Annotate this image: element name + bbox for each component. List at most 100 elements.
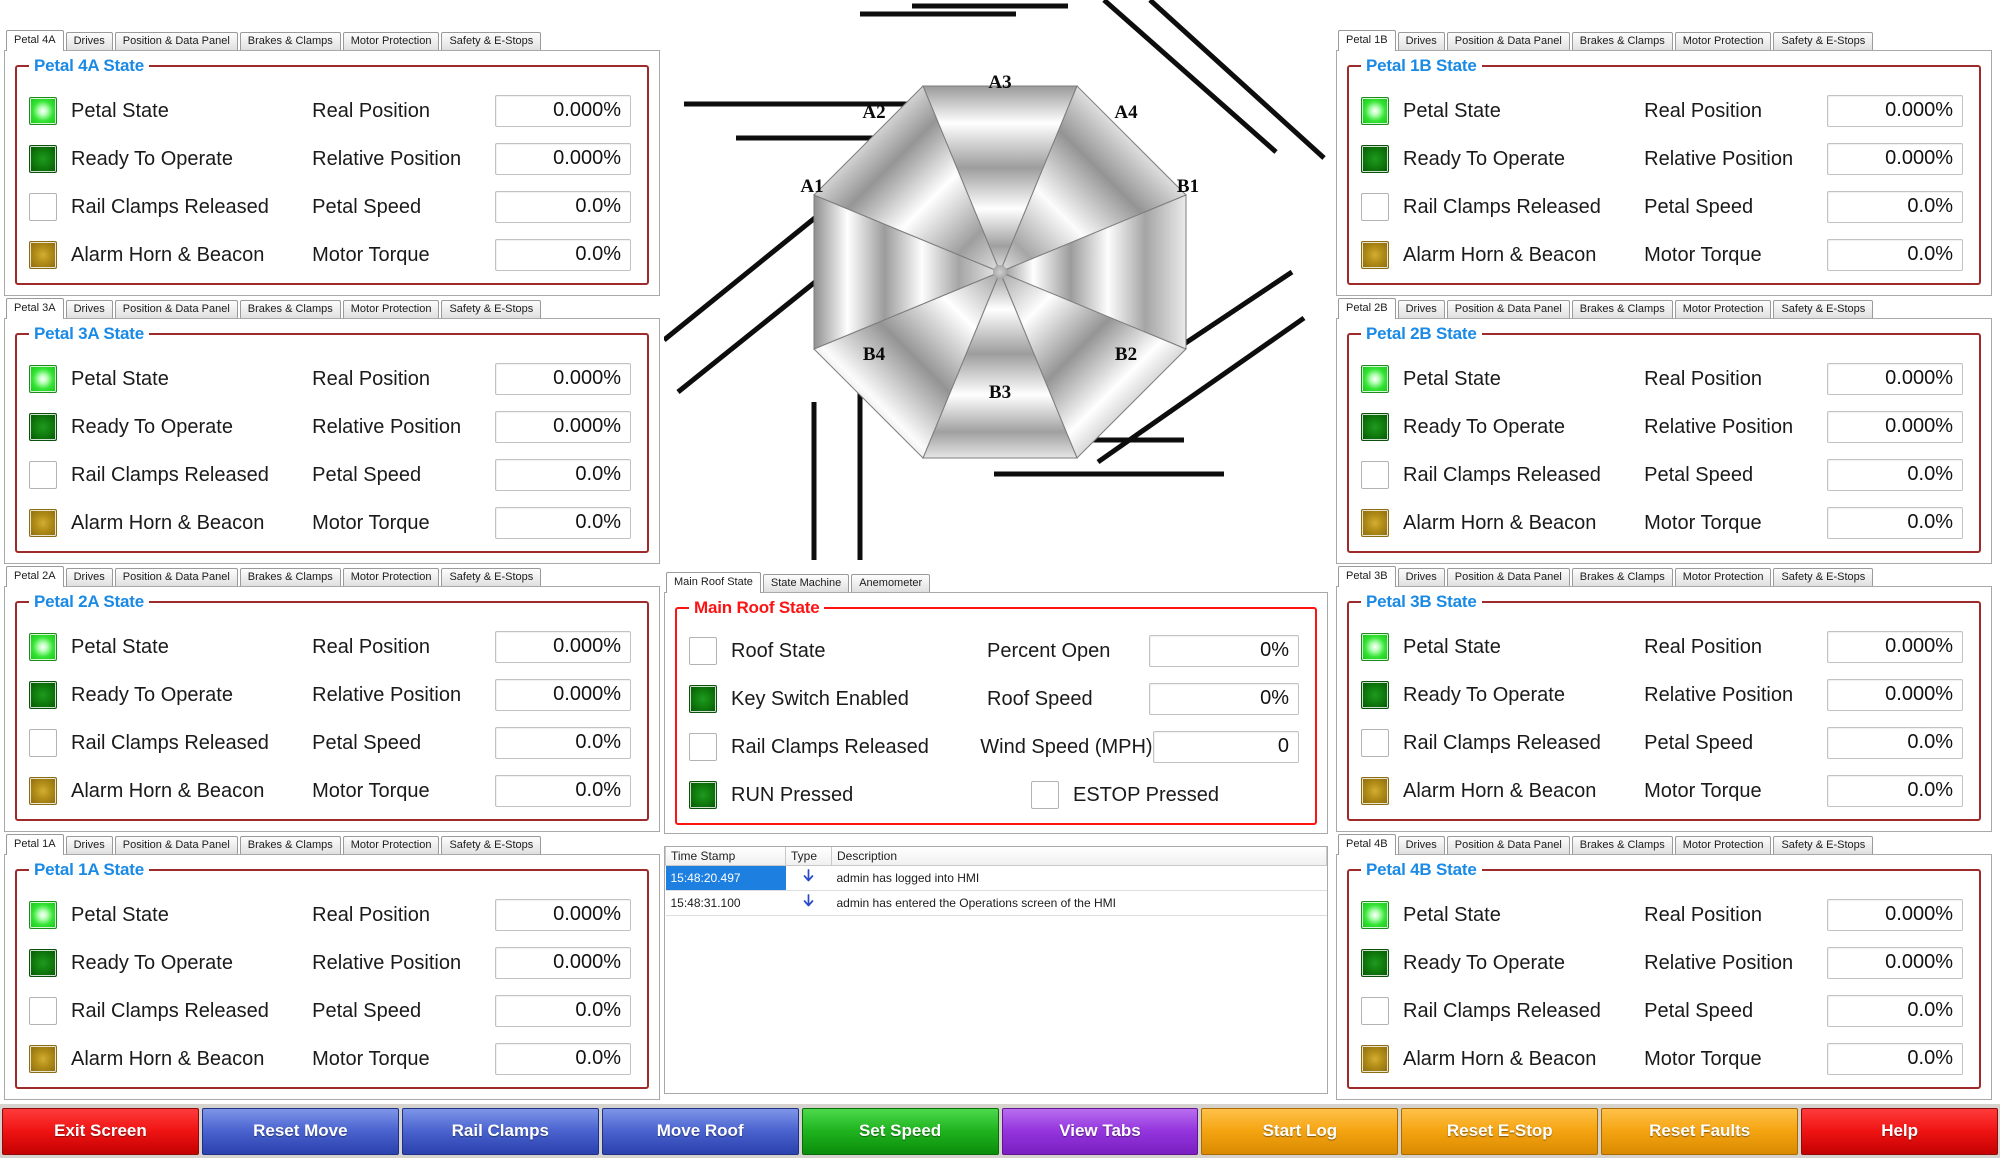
lamp-clamps[interactable] [1361,193,1389,221]
tab-safety-e-stops[interactable]: Safety & E-Stops [441,568,542,587]
tab-brakes-clamps[interactable]: Brakes & Clamps [1571,300,1673,319]
tab-position-data-panel[interactable]: Position & Data Panel [114,836,238,855]
lamp-clamps[interactable] [1361,461,1389,489]
tab-petal-2B[interactable]: Petal 2B [1338,298,1396,319]
tab-petal-4A[interactable]: Petal 4A [6,30,64,51]
tab-motor-protection[interactable]: Motor Protection [1674,836,1772,855]
lamp-ready[interactable] [29,949,57,977]
tab-brakes-clamps[interactable]: Brakes & Clamps [239,568,341,587]
event-log-row[interactable]: 15:48:20.497 admin has logged into HMI [665,865,1327,891]
lamp-clamps[interactable] [29,461,57,489]
lamp-estop-pressed[interactable] [1031,781,1059,809]
lamp-ready[interactable] [1361,681,1389,709]
tab-brakes-clamps[interactable]: Brakes & Clamps [239,32,341,51]
tab-petal-3B[interactable]: Petal 3B [1338,566,1396,587]
tab-petal-1B[interactable]: Petal 1B [1338,30,1396,51]
button-rail-clamps[interactable]: Rail Clamps [401,1107,599,1155]
tab-drives[interactable]: Drives [1397,836,1445,855]
lamp-clamps[interactable] [1361,997,1389,1025]
tab-drives[interactable]: Drives [1397,32,1445,51]
lamp-alarm[interactable] [1361,1045,1389,1073]
button-reset-e-stop[interactable]: Reset E-Stop [1401,1107,1599,1155]
tab-position-data-panel[interactable]: Position & Data Panel [1446,300,1570,319]
event-log-col-type[interactable]: Type [785,847,832,866]
tab-brakes-clamps[interactable]: Brakes & Clamps [1571,32,1673,51]
lamp-alarm[interactable] [1361,509,1389,537]
lamp-ready[interactable] [1361,145,1389,173]
lamp-clamps[interactable] [29,193,57,221]
tab-brakes-clamps[interactable]: Brakes & Clamps [239,836,341,855]
tab-safety-e-stops[interactable]: Safety & E-Stops [441,836,542,855]
tab-brakes-clamps[interactable]: Brakes & Clamps [1571,836,1673,855]
lamp-alarm[interactable] [29,1045,57,1073]
button-help[interactable]: Help [1801,1107,1999,1155]
tab-motor-protection[interactable]: Motor Protection [342,300,440,319]
tab-main-roof-state[interactable]: Main Roof State [666,572,761,593]
tab-position-data-panel[interactable]: Position & Data Panel [1446,836,1570,855]
tab-petal-4B[interactable]: Petal 4B [1338,834,1396,855]
event-log-col-description[interactable]: Description [831,847,1327,866]
lamp-state[interactable] [1361,901,1389,929]
lamp-rail-clamps[interactable] [689,733,717,761]
lamp-state[interactable] [1361,365,1389,393]
lamp-state[interactable] [29,633,57,661]
button-reset-faults[interactable]: Reset Faults [1601,1107,1799,1155]
lamp-key-switch[interactable] [689,685,717,713]
tab-safety-e-stops[interactable]: Safety & E-Stops [441,32,542,51]
tab-safety-e-stops[interactable]: Safety & E-Stops [441,300,542,319]
tab-drives[interactable]: Drives [65,32,113,51]
lamp-alarm[interactable] [29,777,57,805]
lamp-ready[interactable] [29,413,57,441]
lamp-alarm[interactable] [29,509,57,537]
lamp-run-pressed[interactable] [689,781,717,809]
tab-position-data-panel[interactable]: Position & Data Panel [114,32,238,51]
button-view-tabs[interactable]: View Tabs [1001,1107,1199,1155]
lamp-ready[interactable] [1361,949,1389,977]
lamp-alarm[interactable] [1361,777,1389,805]
tab-motor-protection[interactable]: Motor Protection [1674,568,1772,587]
tab-drives[interactable]: Drives [65,300,113,319]
tab-drives[interactable]: Drives [1397,568,1445,587]
tab-drives[interactable]: Drives [65,836,113,855]
tab-motor-protection[interactable]: Motor Protection [342,836,440,855]
tab-motor-protection[interactable]: Motor Protection [342,32,440,51]
lamp-state[interactable] [29,901,57,929]
button-exit-screen[interactable]: Exit Screen [2,1107,199,1155]
tab-position-data-panel[interactable]: Position & Data Panel [1446,32,1570,51]
lamp-state[interactable] [29,97,57,125]
lamp-alarm[interactable] [1361,241,1389,269]
tab-drives[interactable]: Drives [65,568,113,587]
lamp-clamps[interactable] [29,729,57,757]
lamp-clamps[interactable] [29,997,57,1025]
lamp-state[interactable] [1361,97,1389,125]
tab-position-data-panel[interactable]: Position & Data Panel [114,568,238,587]
button-reset-move[interactable]: Reset Move [201,1107,399,1155]
tab-motor-protection[interactable]: Motor Protection [1674,32,1772,51]
tab-drives[interactable]: Drives [1397,300,1445,319]
tab-motor-protection[interactable]: Motor Protection [1674,300,1772,319]
tab-brakes-clamps[interactable]: Brakes & Clamps [239,300,341,319]
tab-motor-protection[interactable]: Motor Protection [342,568,440,587]
tab-position-data-panel[interactable]: Position & Data Panel [1446,568,1570,587]
tab-position-data-panel[interactable]: Position & Data Panel [114,300,238,319]
lamp-ready[interactable] [1361,413,1389,441]
lamp-roof-state[interactable] [689,637,717,665]
tab-petal-1A[interactable]: Petal 1A [6,834,64,855]
event-log-col-time-stamp[interactable]: Time Stamp [665,847,786,866]
tab-petal-2A[interactable]: Petal 2A [6,566,64,587]
button-start-log[interactable]: Start Log [1201,1107,1399,1155]
lamp-clamps[interactable] [1361,729,1389,757]
event-log-row[interactable]: 15:48:31.100 admin has entered the Operat… [665,890,1327,916]
tab-safety-e-stops[interactable]: Safety & E-Stops [1773,568,1874,587]
tab-safety-e-stops[interactable]: Safety & E-Stops [1773,836,1874,855]
lamp-state[interactable] [1361,633,1389,661]
lamp-state[interactable] [29,365,57,393]
lamp-ready[interactable] [29,681,57,709]
lamp-ready[interactable] [29,145,57,173]
tab-petal-3A[interactable]: Petal 3A [6,298,64,319]
tab-brakes-clamps[interactable]: Brakes & Clamps [1571,568,1673,587]
tab-safety-e-stops[interactable]: Safety & E-Stops [1773,300,1874,319]
lamp-alarm[interactable] [29,241,57,269]
tab-anemometer[interactable]: Anemometer [851,574,931,593]
tab-state-machine[interactable]: State Machine [762,574,850,593]
